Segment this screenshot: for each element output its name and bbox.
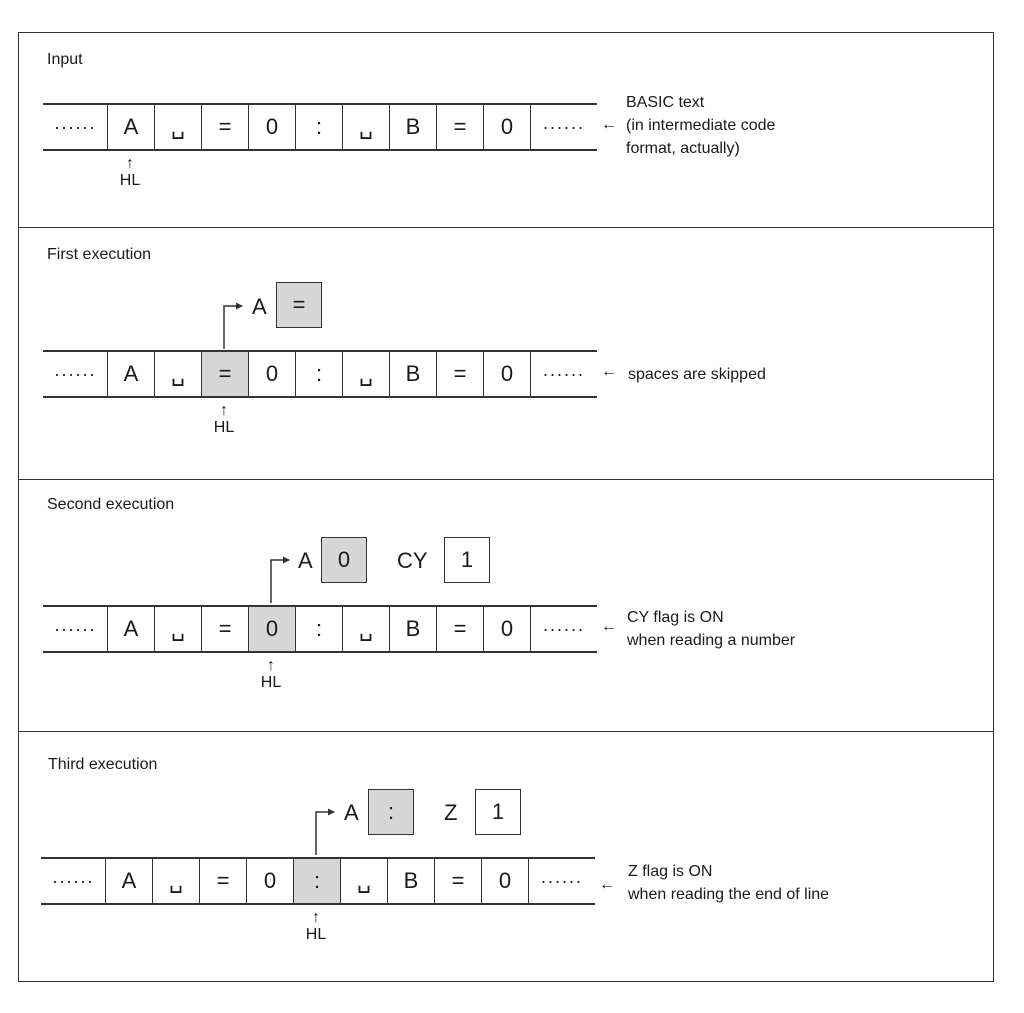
flag-label: Z (444, 800, 458, 825)
tape-cell-space: ␣ (340, 859, 387, 903)
up-arrow-icon: ↑ (220, 402, 228, 419)
tape-cell: = (201, 607, 248, 651)
tape-cell-space: ␣ (152, 859, 199, 903)
register-a-box: = (276, 282, 322, 328)
diagram-figure: Input ······ A ␣ = 0 : ␣ B = 0 ······ ↑ … (18, 32, 994, 982)
panel-title: Second execution (47, 496, 175, 513)
tape-ellipsis-right: ······ (542, 363, 585, 384)
annotation: BASIC text (in intermediate code format,… (626, 91, 775, 160)
transfer-arrow (315, 808, 335, 855)
register-a-label: A (252, 294, 267, 319)
hl-label: HL (213, 419, 235, 436)
tape-cell-space: ␣ (154, 105, 201, 149)
tape-cell-space: ␣ (342, 352, 389, 396)
tape-ellipsis-left: ······ (54, 116, 96, 137)
tape-cell: = (199, 859, 246, 903)
hl-pointer: ↑ HL (115, 155, 145, 189)
annotation-line: (in intermediate code (626, 117, 776, 134)
annotation-line: BASIC text (626, 94, 705, 111)
tape-cell: = (201, 105, 248, 149)
tape-ellipsis-left: ······ (52, 870, 94, 891)
tape-cell-current: 0 (248, 607, 295, 651)
text-tape: ······ A ␣ = 0 : ␣ B = 0 ······ (43, 350, 597, 398)
tape-cell: 0 (483, 352, 530, 396)
annotation-line: CY flag is ON (627, 609, 724, 626)
tape-cell: 0 (246, 859, 293, 903)
tape-cell: 0 (483, 607, 530, 651)
annotation-line: when reading a number (627, 632, 796, 649)
flag-box: 1 (475, 789, 521, 835)
tape-cell: B (387, 859, 434, 903)
tape-cell-current: = (201, 352, 248, 396)
hl-pointer: ↑ HL (301, 909, 331, 943)
annotation: Z flag is ON when reading the end of lin… (628, 860, 829, 906)
tape-cell-space: ␣ (154, 607, 201, 651)
panel-title: Third execution (48, 756, 158, 773)
tape-ellipsis-right: ······ (542, 618, 585, 639)
text-tape: ······ A ␣ = 0 : ␣ B = 0 ······ (41, 857, 595, 905)
tape-ellipsis-left: ······ (54, 363, 96, 384)
panel-title: Input (47, 51, 83, 68)
tape-cell: A (105, 859, 152, 903)
tape-cell-space: ␣ (342, 607, 389, 651)
tape-cell: 0 (248, 105, 295, 149)
up-arrow-icon: ↑ (312, 909, 320, 926)
tape-cell: A (107, 105, 154, 149)
text-tape: ······ A ␣ = 0 : ␣ B = 0 ······ (43, 605, 597, 653)
tape-ellipsis-right: ······ (542, 116, 585, 137)
left-arrow-icon: ← (599, 876, 615, 893)
tape-cell: = (436, 607, 483, 651)
left-arrow-icon: ← (601, 363, 617, 380)
tape-cell: B (389, 105, 436, 149)
text-tape: ······ A ␣ = 0 : ␣ B = 0 ······ (43, 103, 597, 151)
hl-pointer: ↑ HL (256, 657, 286, 691)
tape-ellipsis-left: ······ (54, 618, 96, 639)
left-arrow-icon: ← (601, 618, 617, 635)
left-arrow-icon: ← (601, 116, 617, 133)
tape-cell: 0 (248, 352, 295, 396)
flag-box: 1 (444, 537, 490, 583)
tape-cell: B (389, 607, 436, 651)
tape-cell-space: ␣ (342, 105, 389, 149)
annotation-line: format, actually) (626, 140, 740, 157)
annotation: spaces are skipped (628, 363, 766, 386)
panel-input: Input ······ A ␣ = 0 : ␣ B = 0 ······ ↑ … (19, 33, 993, 228)
tape-cell: : (295, 105, 342, 149)
up-arrow-icon: ↑ (267, 657, 275, 674)
tape-cell: : (295, 352, 342, 396)
tape-cell: = (436, 352, 483, 396)
tape-cell: 0 (483, 105, 530, 149)
annotation-line: Z flag is ON (628, 863, 713, 880)
panel-title: First execution (47, 246, 152, 263)
transfer-arrow (223, 302, 243, 349)
hl-label: HL (305, 926, 327, 943)
flag-label: CY (397, 548, 428, 573)
register-a-box: 0 (321, 537, 367, 583)
hl-label: HL (119, 172, 141, 189)
tape-cell-space: ␣ (154, 352, 201, 396)
hl-label: HL (260, 674, 282, 691)
panel-second-execution: Second execution A 0 CY 1 ······ A ␣ = 0… (19, 480, 993, 732)
tape-cell: 0 (481, 859, 528, 903)
tape-cell: A (107, 607, 154, 651)
up-arrow-icon: ↑ (126, 155, 134, 172)
tape-cell: : (295, 607, 342, 651)
register-a-label: A (298, 548, 313, 573)
tape-cell: = (436, 105, 483, 149)
register-a-label: A (344, 800, 359, 825)
tape-cell: = (434, 859, 481, 903)
annotation: CY flag is ON when reading a number (627, 606, 795, 652)
tape-cell: A (107, 352, 154, 396)
tape-ellipsis-right: ······ (540, 870, 583, 891)
annotation-line: spaces are skipped (628, 366, 766, 383)
panel-third-execution: Third execution A : Z 1 ······ A ␣ = 0 :… (19, 732, 993, 983)
panel-first-execution: First execution A = ······ A ␣ = 0 : ␣ B… (19, 228, 993, 480)
register-a-box: : (368, 789, 414, 835)
tape-cell-current: : (293, 859, 340, 903)
tape-cell: B (389, 352, 436, 396)
transfer-arrow (270, 556, 290, 603)
annotation-line: when reading the end of line (628, 886, 830, 903)
hl-pointer: ↑ HL (209, 402, 239, 436)
